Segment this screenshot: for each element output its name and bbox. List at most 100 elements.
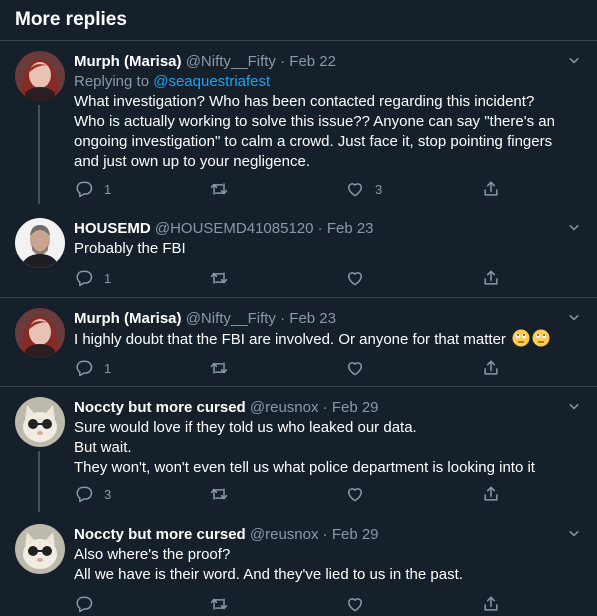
share-button[interactable] [481, 179, 501, 199]
tweet-meta: Murph (Marisa) @Nifty__Fifty · Feb 22 [74, 52, 567, 72]
tweet-meta: Noccty but more cursed @reusnox · Feb 29 [74, 398, 567, 418]
retweet-button[interactable] [209, 268, 239, 288]
heart-icon [345, 594, 365, 614]
thread-line [38, 105, 40, 204]
tweet[interactable]: Murph (Marisa) @Nifty__Fifty · Feb 23 I … [0, 298, 597, 387]
tweet-text-row: I highly doubt that the FBI are involved… [74, 329, 567, 350]
retweet-button[interactable] [209, 358, 239, 378]
avatar[interactable] [15, 51, 65, 101]
tweet-actions: 1 3 [74, 179, 504, 199]
handle[interactable]: @Nifty__Fifty [186, 53, 276, 70]
meta-separator: · [275, 53, 290, 70]
retweet-button[interactable] [209, 594, 239, 614]
replying-to-link[interactable]: @seaquestriafest [153, 73, 270, 90]
tweet[interactable]: Noccty but more cursed @reusnox · Feb 29… [0, 514, 597, 616]
tweet-actions: 1 [74, 358, 504, 378]
reply-icon [74, 179, 94, 199]
timestamp[interactable]: Feb 22 [289, 53, 336, 70]
reply-count: 1 [104, 270, 112, 286]
retweet-icon [209, 358, 229, 378]
share-icon [481, 268, 501, 288]
share-icon [481, 594, 501, 614]
meta-separator: · [318, 399, 332, 416]
rolling-eyes-emoji-icon [532, 329, 550, 347]
reply-icon [74, 484, 94, 504]
reply-icon [74, 268, 94, 288]
timestamp[interactable]: Feb 23 [289, 310, 336, 327]
reply-count: 3 [104, 486, 112, 502]
share-icon [481, 179, 501, 199]
display-name[interactable]: Noccty but more cursed [74, 399, 246, 416]
avatar[interactable] [15, 308, 65, 358]
retweet-button[interactable] [209, 484, 239, 504]
tweet-meta: Murph (Marisa) @Nifty__Fifty · Feb 23 [74, 309, 567, 329]
tweet-text: Sure would love if they told us who leak… [74, 419, 535, 476]
reply-button[interactable]: 3 [74, 484, 111, 504]
retweet-icon [209, 594, 229, 614]
tweet-text: Probably the FBI [74, 240, 186, 257]
retweet-icon [209, 179, 229, 199]
display-name[interactable]: Noccty but more cursed [74, 526, 246, 543]
avatar[interactable] [15, 524, 65, 574]
avatar[interactable] [15, 218, 65, 268]
display-name[interactable]: HOUSEMD [74, 220, 151, 237]
meta-separator: · [313, 220, 327, 237]
replying-prefix: Replying to [74, 73, 154, 90]
retweet-icon [209, 268, 229, 288]
like-button[interactable]: 3 [345, 179, 382, 199]
retweet-icon [209, 484, 229, 504]
like-button[interactable] [345, 268, 375, 288]
like-button[interactable] [345, 594, 375, 614]
share-button[interactable] [481, 268, 501, 288]
tweet-meta: HOUSEMD @HOUSEMD41085120 · Feb 23 [74, 219, 567, 239]
avatar[interactable] [15, 397, 65, 447]
share-button[interactable] [481, 358, 501, 378]
reply-button[interactable]: 1 [74, 268, 111, 288]
replying-to: Replying to @seaquestriafest [74, 72, 567, 92]
tweet-text: What investigation? Who has been contact… [74, 93, 555, 170]
chevron-down-icon[interactable] [565, 219, 583, 237]
timestamp[interactable]: Feb 23 [327, 220, 374, 237]
handle[interactable]: @HOUSEMD41085120 [155, 220, 314, 237]
heart-icon [345, 268, 365, 288]
reply-button[interactable] [74, 594, 104, 614]
chevron-down-icon[interactable] [565, 398, 583, 416]
display-name[interactable]: Murph (Marisa) [74, 310, 182, 327]
section-title: More replies [15, 9, 127, 30]
timestamp[interactable]: Feb 29 [332, 399, 379, 416]
tweet-text: Also where's the proof? All we have is t… [74, 546, 463, 583]
tweet[interactable]: Murph (Marisa) @Nifty__Fifty · Feb 22 Re… [0, 41, 597, 204]
chevron-down-icon[interactable] [565, 309, 583, 327]
chevron-down-icon[interactable] [565, 525, 583, 543]
display-name[interactable]: Murph (Marisa) [74, 53, 182, 70]
reply-button[interactable]: 1 [74, 179, 111, 199]
rolling-eyes-emoji-icon [512, 329, 530, 347]
heart-icon [345, 358, 365, 378]
timestamp[interactable]: Feb 29 [332, 526, 379, 543]
reply-button[interactable]: 1 [74, 358, 111, 378]
tweet[interactable]: Noccty but more cursed @reusnox · Feb 29… [0, 387, 597, 512]
meta-separator: · [318, 526, 332, 543]
heart-icon [345, 484, 365, 504]
tweet-meta: Noccty but more cursed @reusnox · Feb 29 [74, 525, 567, 545]
meta-separator: · [275, 310, 290, 327]
like-count: 3 [375, 181, 383, 197]
tweet-text: I highly doubt that the FBI are involved… [74, 331, 506, 348]
handle[interactable]: @reusnox [250, 526, 319, 543]
heart-icon [345, 179, 365, 199]
share-button[interactable] [481, 484, 501, 504]
tweet-actions: 1 [74, 268, 504, 288]
tweet[interactable]: HOUSEMD @HOUSEMD41085120 · Feb 23 Probab… [0, 208, 597, 298]
retweet-button[interactable] [209, 179, 239, 199]
share-icon [481, 358, 501, 378]
like-button[interactable] [345, 484, 375, 504]
like-button[interactable] [345, 358, 375, 378]
reply-count: 1 [104, 360, 112, 376]
tweet-actions [74, 594, 504, 614]
share-button[interactable] [481, 594, 501, 614]
handle[interactable]: @reusnox [250, 399, 319, 416]
reply-icon [74, 594, 94, 614]
thread-line [38, 451, 40, 512]
chevron-down-icon[interactable] [565, 52, 583, 70]
handle[interactable]: @Nifty__Fifty [186, 310, 276, 327]
